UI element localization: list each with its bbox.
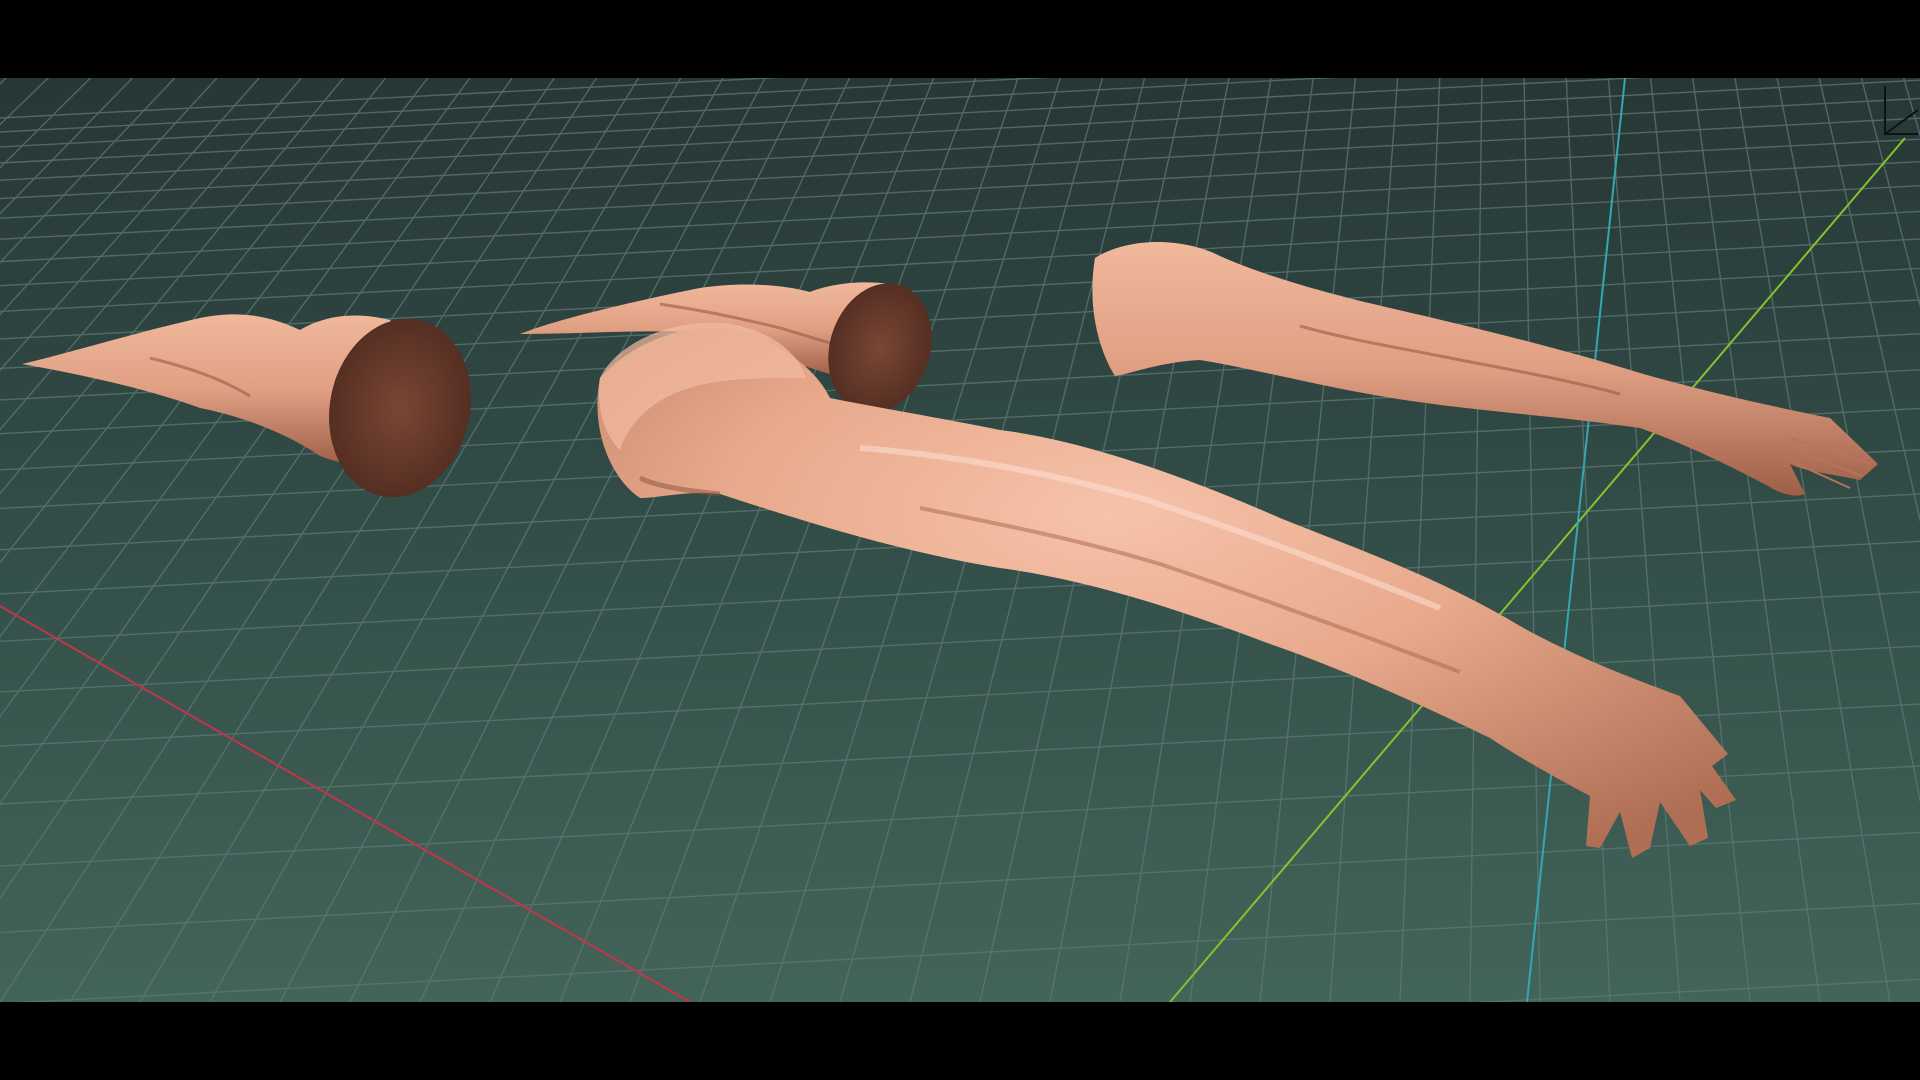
3d-viewport[interactable] [0,78,1920,1002]
viewport-canvas[interactable] [0,78,1920,1002]
letterbox-top [0,0,1920,78]
letterbox-bottom [0,1002,1920,1080]
viewport-frame [0,0,1920,1080]
